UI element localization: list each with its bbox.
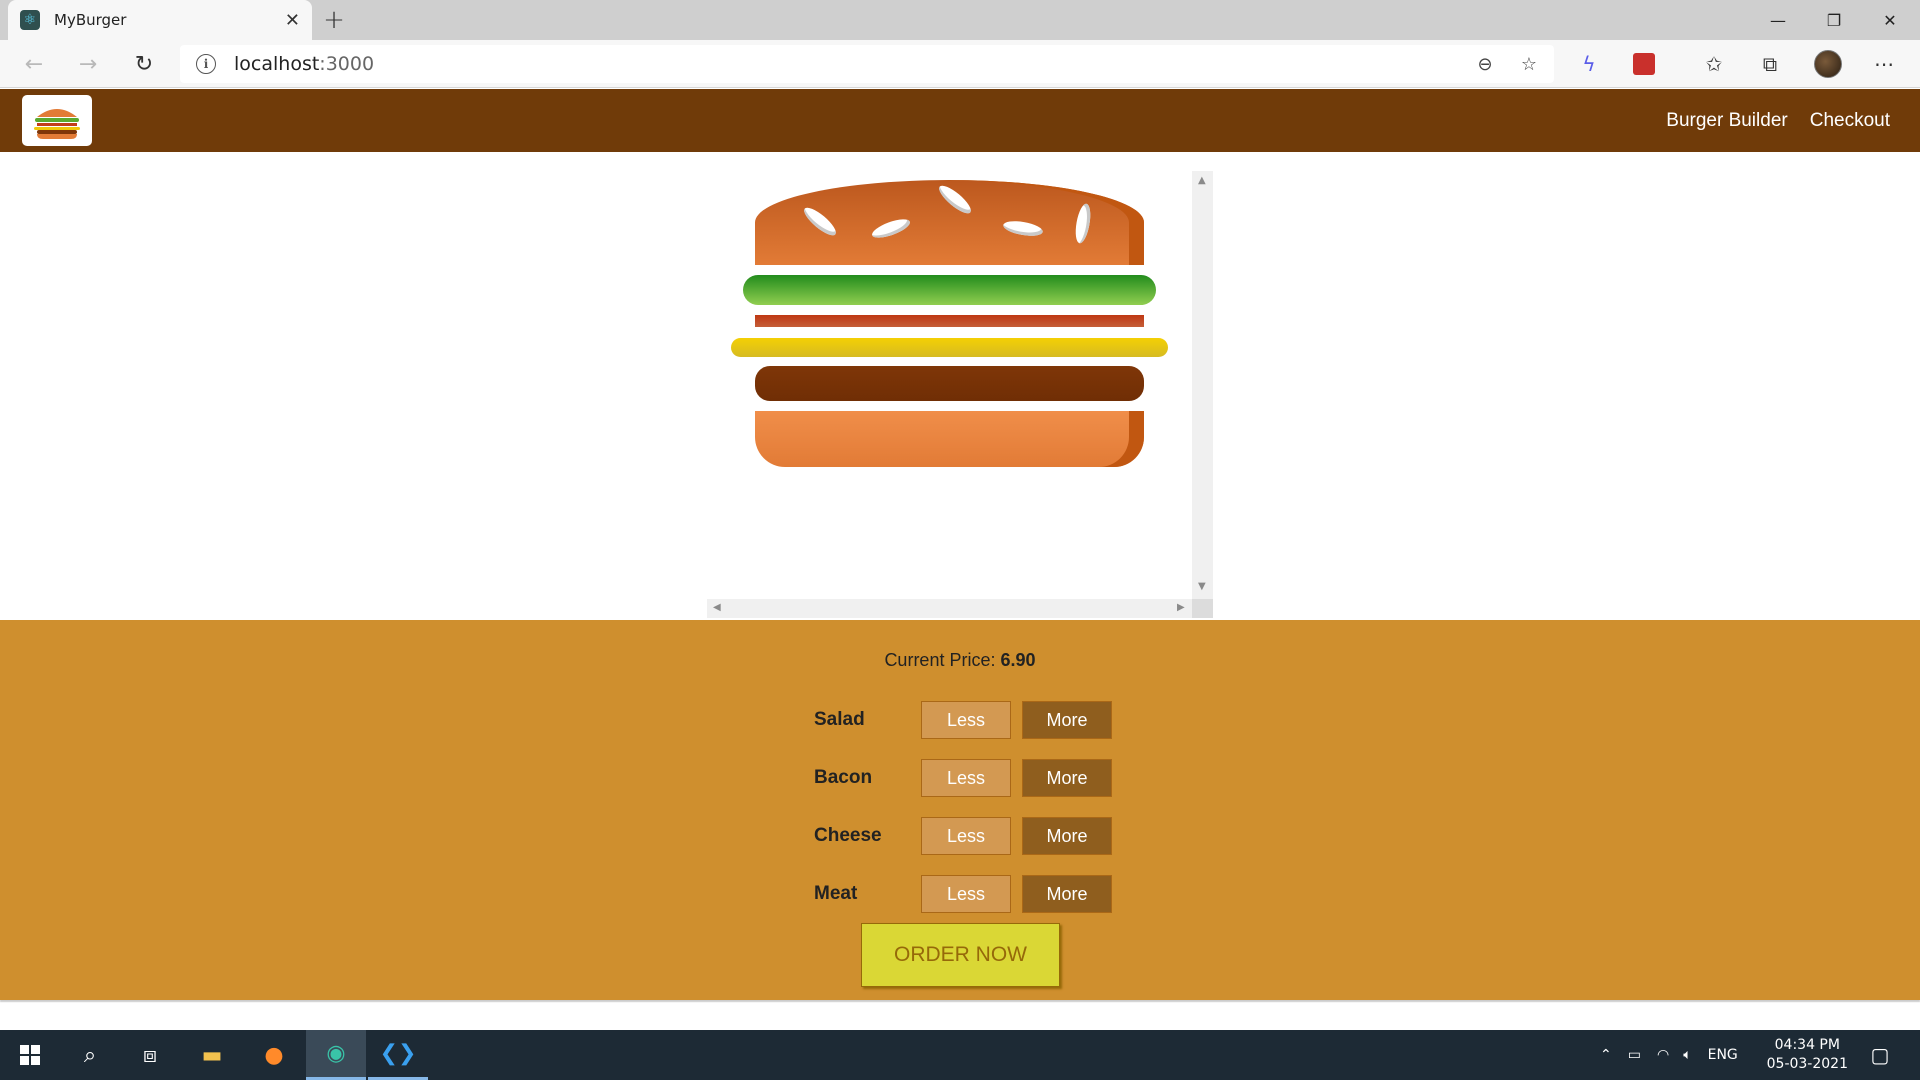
system-tray: ⌃ ▭ ◠ 🔈︎ ENG (1600, 1030, 1738, 1080)
ingredient-label: Bacon (814, 767, 873, 788)
clock-time: 04:34 PM (1774, 1037, 1840, 1053)
price-value: 6.90 (1000, 650, 1036, 670)
address-bar[interactable]: i localhost:3000 ⊖ ☆ (180, 45, 1554, 83)
minimize-button[interactable]: — (1750, 0, 1806, 40)
new-tab-button[interactable]: + (318, 4, 350, 36)
current-price: Current Price: 6.90 (0, 650, 1920, 671)
browser-tab-strip: ⚛ MyBurger ✕ + — ❐ ✕ (0, 0, 1920, 40)
less-cheese-button[interactable]: Less (921, 817, 1011, 855)
order-now-button[interactable]: ORDER NOW (861, 923, 1060, 987)
file-explorer-icon[interactable]: ▬ (182, 1030, 242, 1080)
reload-icon[interactable]: ↻ (128, 48, 160, 80)
control-row-salad: Salad Less More (814, 701, 1112, 739)
nav-burger-builder[interactable]: Burger Builder (1666, 110, 1787, 132)
windows-start-icon[interactable] (0, 1030, 60, 1080)
profile-avatar[interactable] (1814, 50, 1842, 78)
vertical-scrollbar[interactable]: ▲ ▼ (1192, 171, 1213, 599)
search-icon[interactable]: ⌕ (60, 1030, 120, 1080)
battery-icon[interactable]: ▭ (1628, 1047, 1641, 1063)
back-icon[interactable]: ← (18, 48, 50, 80)
url-port: :3000 (319, 53, 375, 75)
firefox-icon[interactable]: ● (244, 1030, 304, 1080)
more-salad-button[interactable]: More (1022, 701, 1112, 739)
price-label: Current Price: (884, 650, 996, 670)
tab-title: MyBurger (54, 11, 127, 29)
url-host: localhost (234, 53, 320, 75)
info-icon[interactable]: i (196, 54, 216, 74)
wifi-icon[interactable]: ◠ (1657, 1047, 1669, 1063)
control-row-cheese: Cheese Less More (814, 817, 1112, 855)
clock-date: 05-03-2021 (1766, 1056, 1848, 1072)
collections-icon[interactable]: ⧉ (1756, 50, 1784, 78)
favorites-icon[interactable]: ✩ (1700, 50, 1728, 78)
chevron-up-icon[interactable]: ⌃ (1600, 1047, 1612, 1063)
more-bacon-button[interactable]: More (1022, 759, 1112, 797)
less-salad-button[interactable]: Less (921, 701, 1011, 739)
vscode-icon[interactable]: ❮❯ (368, 1030, 428, 1080)
less-bacon-button[interactable]: Less (921, 759, 1011, 797)
restore-button[interactable]: ❐ (1806, 0, 1862, 40)
scroll-right-icon[interactable]: ▶ (1177, 602, 1185, 613)
burger-salad (743, 275, 1156, 305)
burger-meat (755, 366, 1144, 401)
url-text: localhost:3000 (234, 53, 374, 75)
volume-icon[interactable]: 🔈︎ (1683, 1047, 1691, 1063)
notifications-icon[interactable]: ▢ (1850, 1030, 1910, 1080)
browser-tab[interactable]: ⚛ MyBurger ✕ (8, 0, 312, 40)
close-window-button[interactable]: ✕ (1862, 0, 1918, 40)
more-options-icon[interactable]: ⋯ (1870, 50, 1898, 78)
close-tab-icon[interactable]: ✕ (285, 10, 300, 31)
control-row-meat: Meat Less More (814, 875, 1112, 913)
burger-cheese (731, 338, 1168, 357)
burger-bacon (755, 315, 1144, 327)
app-header: Burger Builder Checkout (0, 89, 1920, 152)
react-icon: ⚛ (20, 10, 40, 30)
nav-checkout[interactable]: Checkout (1810, 110, 1890, 132)
burger-logo-icon (22, 95, 92, 146)
extension-icon[interactable] (1630, 50, 1658, 78)
scroll-left-icon[interactable]: ◀ (713, 602, 721, 613)
taskbar-clock[interactable]: 04:34 PM 05-03-2021 (1767, 1036, 1848, 1074)
scroll-down-icon[interactable]: ▼ (1198, 581, 1206, 592)
scroll-up-icon[interactable]: ▲ (1198, 175, 1206, 186)
ingredient-label: Cheese (814, 825, 882, 846)
main-nav: Burger Builder Checkout (1644, 89, 1890, 152)
ingredient-label: Salad (814, 709, 865, 730)
task-view-icon[interactable]: ⧈ (120, 1030, 180, 1080)
taskbar: ⌕ ⧈ ▬ ● ◉ ❮❯ ⌃ ▭ ◠ 🔈︎ ENG 04:34 PM 05-03… (0, 1030, 1920, 1080)
ingredient-label: Meat (814, 883, 858, 904)
burger-bread-bottom (755, 411, 1144, 467)
forward-icon[interactable]: → (72, 48, 104, 80)
lightning-icon[interactable]: ϟ (1575, 50, 1603, 78)
browser-toolbar: ← → ↻ i localhost:3000 ⊖ ☆ ϟ ✩ ⧉ ⋯ (0, 40, 1920, 88)
language-indicator[interactable]: ENG (1708, 1047, 1738, 1063)
more-cheese-button[interactable]: More (1022, 817, 1112, 855)
zoom-out-icon[interactable]: ⊖ (1472, 51, 1498, 77)
add-favorite-icon[interactable]: ☆ (1516, 51, 1542, 77)
control-row-bacon: Bacon Less More (814, 759, 1112, 797)
less-meat-button[interactable]: Less (921, 875, 1011, 913)
more-meat-button[interactable]: More (1022, 875, 1112, 913)
edge-icon[interactable]: ◉ (306, 1030, 366, 1080)
build-controls: Current Price: 6.90 Salad Less More Baco… (0, 620, 1920, 1000)
scrollbar-corner (1192, 599, 1213, 618)
horizontal-scrollbar[interactable]: ◀ ▶ (707, 599, 1192, 618)
